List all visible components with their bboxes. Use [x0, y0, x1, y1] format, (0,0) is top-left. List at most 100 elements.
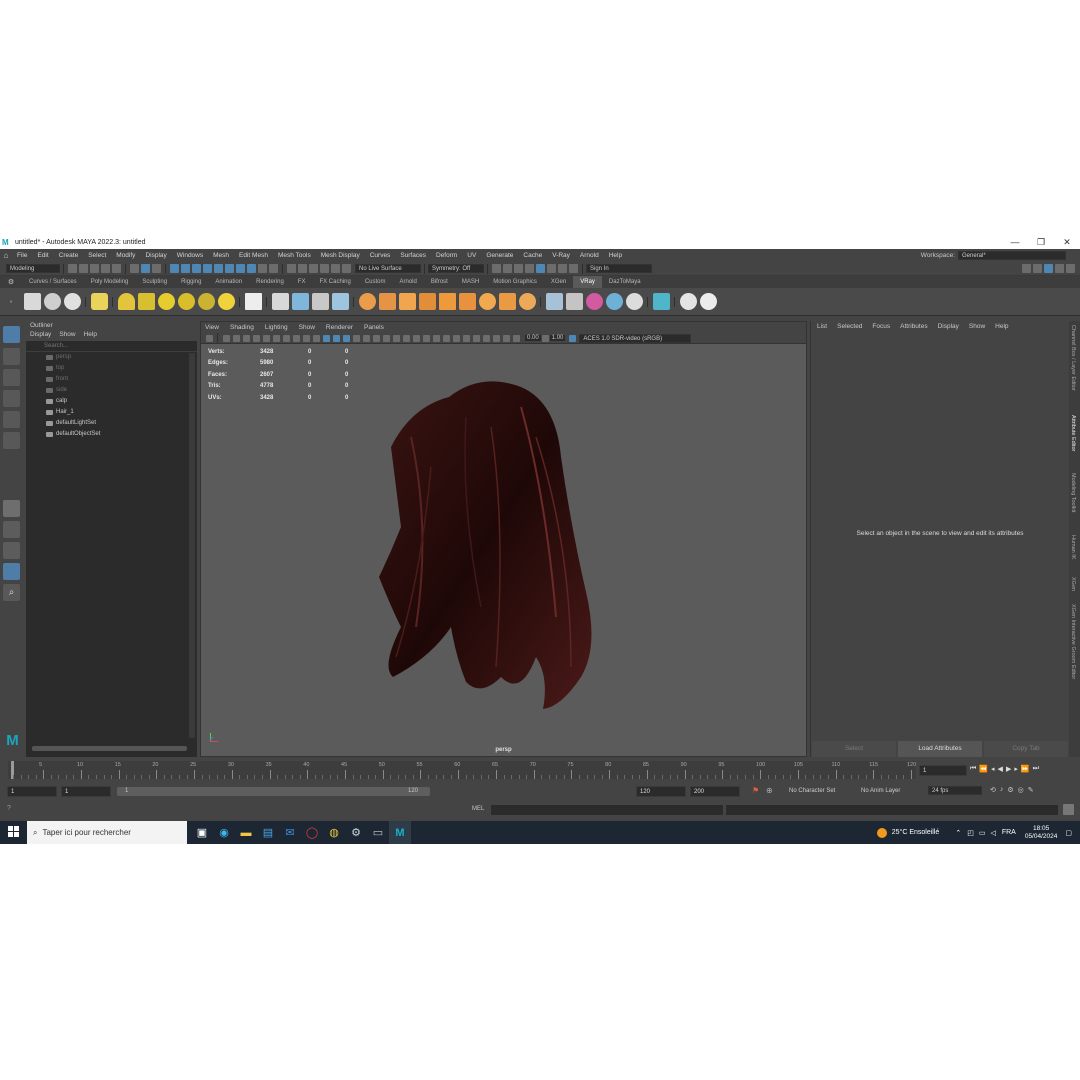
shelf-tab-fx-caching[interactable]: FX Caching — [312, 276, 357, 288]
vray-clipper-icon[interactable] — [378, 293, 396, 310]
search-icon[interactable]: ⌕ — [3, 584, 20, 601]
go-to-end-icon[interactable]: ⏭ — [1033, 765, 1039, 773]
select-component-icon[interactable] — [152, 264, 161, 273]
gamma-field[interactable]: 1.00 — [549, 335, 566, 341]
attr-menu-list[interactable]: List — [817, 321, 827, 332]
step-forward-key-icon[interactable]: ⏩ — [1021, 765, 1030, 773]
attr-menu-show[interactable]: Show — [969, 321, 985, 332]
xray-icon[interactable] — [472, 334, 480, 342]
snap-face-icon[interactable] — [247, 264, 256, 273]
vray-ies-light-icon[interactable] — [197, 293, 215, 310]
clock-date[interactable]: 05/04/2024 — [1025, 833, 1058, 841]
safe-title-icon[interactable] — [352, 334, 360, 342]
outliner-item-persp[interactable]: persp — [26, 352, 197, 363]
vray-settings-gear-icon[interactable] — [518, 293, 536, 310]
default-material-icon[interactable] — [382, 334, 390, 342]
vray-info-icon[interactable] — [679, 293, 697, 310]
select-object-icon[interactable] — [141, 264, 150, 273]
live-surface-field[interactable]: No Live Surface — [355, 264, 421, 273]
vray-swatches-icon[interactable] — [605, 293, 623, 310]
vray-fur-icon[interactable] — [358, 293, 376, 310]
menu-v-ray[interactable]: V-Ray — [547, 252, 575, 259]
outliner-item-hair-1[interactable]: Hair_1 — [26, 407, 197, 418]
maximize-button[interactable]: ❐ — [1028, 236, 1054, 249]
select-camera-icon[interactable] — [222, 334, 230, 342]
outliner-item-defaultlightset[interactable]: defaultLightSet — [26, 418, 197, 429]
sound-icon[interactable]: ♪ — [1000, 786, 1004, 794]
menu-windows[interactable]: Windows — [172, 252, 208, 259]
single-pane-layout-icon[interactable] — [3, 500, 20, 517]
shelf-tab-arnold[interactable]: Arnold — [393, 276, 424, 288]
snap-vertex-icon[interactable] — [225, 264, 234, 273]
render-view-icon[interactable] — [503, 264, 512, 273]
task-view-icon[interactable]: ▣ — [191, 821, 213, 844]
film-gate-icon[interactable] — [302, 334, 310, 342]
shelf-tab-custom[interactable]: Custom — [358, 276, 393, 288]
attr-menu-attributes[interactable]: Attributes — [900, 321, 927, 332]
snap-point-icon[interactable] — [192, 264, 201, 273]
isolate-select-icon[interactable] — [462, 334, 470, 342]
viewport-menu-lighting[interactable]: Lighting — [265, 322, 288, 333]
outliner-menu-show[interactable]: Show — [59, 331, 75, 341]
snap-edge-icon[interactable] — [236, 264, 245, 273]
new-scene-icon[interactable] — [68, 264, 77, 273]
vray-material-icon[interactable] — [565, 293, 583, 310]
shelf-tab-poly-modeling[interactable]: Poly Modeling — [84, 276, 136, 288]
outliner-vertical-scrollbar[interactable] — [189, 353, 195, 738]
time-ruler[interactable]: 5 10 15 20 25 30 35 40 45 50 55 60 65 70 75 80 85 90 95 100… — [8, 761, 916, 779]
character-controls-icon[interactable] — [1033, 264, 1042, 273]
menu-arnold[interactable]: Arnold — [575, 252, 604, 259]
sign-in-button[interactable]: Sign In — [586, 264, 652, 273]
menu-create[interactable]: Create — [54, 252, 84, 259]
outliner-horizontal-scrollbar[interactable] — [32, 746, 187, 751]
ipr-render-icon[interactable] — [514, 264, 523, 273]
vray-plane-icon[interactable] — [244, 293, 262, 310]
xray-components-icon[interactable] — [492, 334, 500, 342]
vray-rect-light-icon[interactable] — [137, 293, 155, 310]
shelf-tab-vray[interactable]: VRay — [573, 276, 602, 288]
minimize-button[interactable]: — — [1002, 236, 1028, 249]
textured-icon[interactable] — [392, 334, 400, 342]
tab-human-ik[interactable]: Human IK — [1070, 535, 1076, 559]
play-forwards-icon[interactable]: ▶ — [1006, 765, 1011, 773]
load-attributes-button[interactable]: Load Attributes — [898, 741, 982, 757]
magnet-icon[interactable] — [320, 264, 329, 273]
tab-channel-box[interactable]: Channel Box / Layer Editor — [1070, 325, 1076, 391]
vray-proxy-icon[interactable] — [271, 293, 289, 310]
workspace-select[interactable]: General* — [958, 251, 1066, 260]
select-hierarchy-icon[interactable] — [130, 264, 139, 273]
rotate-tool-icon[interactable] — [3, 411, 20, 428]
step-forward-frame-icon[interactable]: ▸ — [1014, 765, 1018, 773]
notifications-icon[interactable]: ▢ — [1065, 829, 1072, 837]
vray-layout-icon[interactable] — [652, 293, 670, 310]
language-indicator[interactable]: FRA — [1002, 829, 1016, 836]
network-icon[interactable]: ◰ — [967, 829, 974, 837]
menu-edit-mesh[interactable]: Edit Mesh — [234, 252, 273, 259]
menu-set-select[interactable]: Modeling — [6, 264, 60, 273]
store-icon[interactable]: ▤ — [257, 821, 279, 844]
shelf-tab-bifrost[interactable]: Bifrost — [424, 276, 455, 288]
help-line-icon[interactable]: ? — [7, 805, 11, 812]
menu-edit[interactable]: Edit — [32, 252, 53, 259]
attr-menu-display[interactable]: Display — [938, 321, 959, 332]
menu-surfaces[interactable]: Surfaces — [395, 252, 431, 259]
clock-time[interactable]: 18:05 — [1033, 825, 1049, 833]
light-editor-icon[interactable] — [558, 264, 567, 273]
output-op-icon[interactable] — [298, 264, 307, 273]
color-space-select[interactable]: ACES 1.0 SDR-video (sRGB) — [579, 333, 692, 343]
vray-logo-icon[interactable] — [699, 293, 717, 310]
vray-render-icon[interactable] — [23, 293, 41, 310]
live-surface-icon[interactable] — [331, 264, 340, 273]
exposure-icon[interactable] — [512, 334, 520, 342]
attribute-editor-toggle-icon[interactable] — [1044, 264, 1053, 273]
script-language-label[interactable]: MEL — [472, 806, 484, 812]
shelf-tab-xgen[interactable]: XGen — [544, 276, 573, 288]
attr-menu-help[interactable]: Help — [995, 321, 1008, 332]
shelf-tab-daztomaya[interactable]: DazToMaya — [602, 276, 648, 288]
2d-pan-zoom-icon[interactable] — [272, 334, 280, 342]
menu-deform[interactable]: Deform — [431, 252, 462, 259]
fps-select[interactable]: 24 fps — [928, 786, 982, 795]
snap-surface-icon[interactable] — [214, 264, 223, 273]
gamma-icon[interactable] — [541, 334, 549, 342]
vray-enmesh-icon[interactable] — [398, 293, 416, 310]
